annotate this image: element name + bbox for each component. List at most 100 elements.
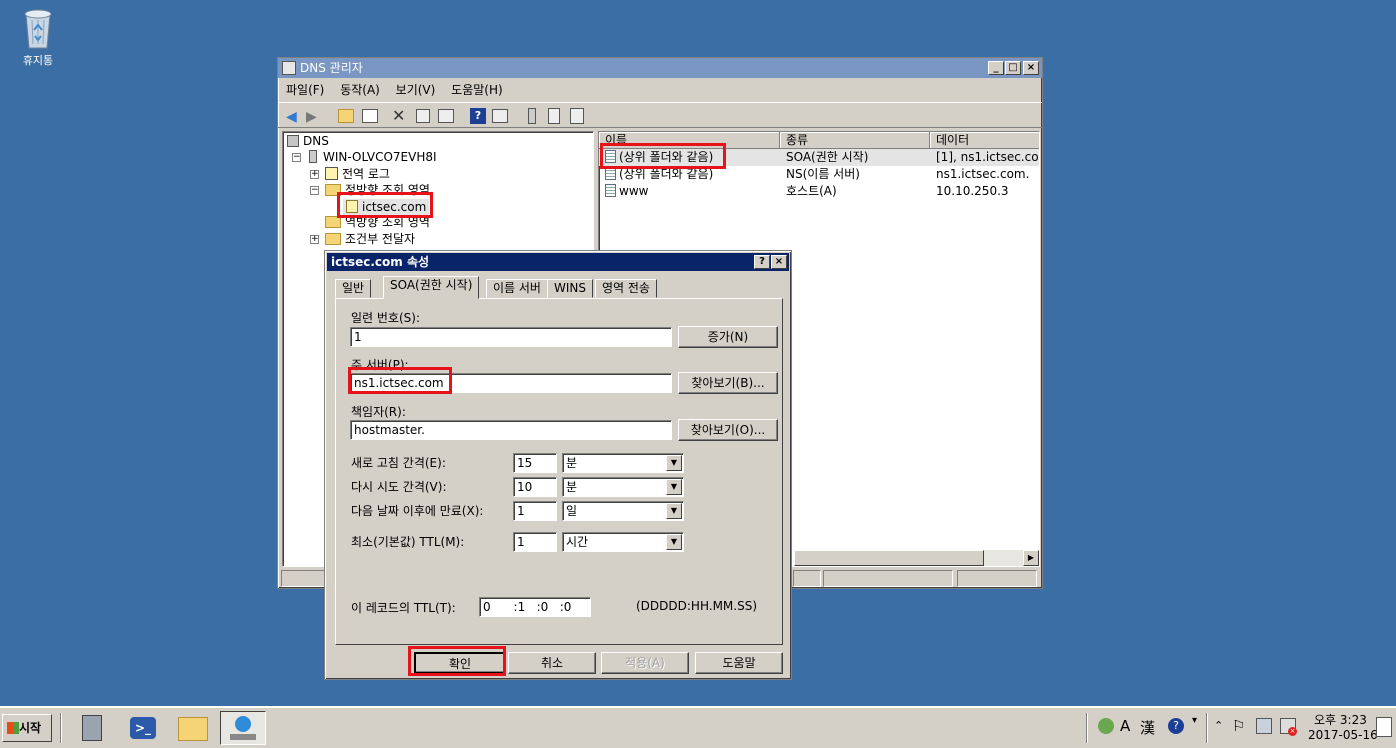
refresh-icon[interactable]	[570, 108, 584, 124]
minimize-button[interactable]: _	[988, 61, 1004, 75]
network-icon[interactable]	[1256, 718, 1272, 734]
tree-item-global-log[interactable]: 전역 로그	[325, 166, 390, 182]
help-icon[interactable]: ?	[470, 108, 486, 124]
recycle-bin-icon	[24, 9, 52, 49]
dns-network-base-icon	[230, 734, 256, 740]
show-hidden-icons-chevron[interactable]: ⌃	[1214, 719, 1223, 732]
chevron-down-icon: ▼	[666, 479, 682, 495]
server-icon[interactable]	[528, 108, 536, 124]
menu-action[interactable]: 동작(A)	[340, 83, 380, 97]
powershell-icon: >_	[130, 717, 156, 739]
expire-label: 다음 날짜 이후에 만료(X):	[351, 504, 484, 518]
tree-item-zone-ictsec[interactable]: ictsec.com	[343, 199, 430, 215]
tree-item-conditional[interactable]: 조건부 전달자	[325, 231, 415, 247]
folder-open-icon	[325, 184, 341, 196]
tab-wins[interactable]: WINS	[547, 279, 593, 298]
dialog-close-button[interactable]: ×	[771, 255, 787, 269]
ime-mode-hanja[interactable]: 漢	[1140, 717, 1155, 738]
tree-item-forward-zone[interactable]: 정방향 조회 영역	[325, 182, 430, 198]
ok-button[interactable]: 확인	[414, 652, 506, 674]
browse-responsible-button[interactable]: 찾아보기(O)...	[678, 419, 778, 441]
scroll-right-arrow-icon[interactable]: ▶	[1023, 550, 1039, 566]
menu-file[interactable]: 파일(F)	[286, 83, 324, 97]
clock-time[interactable]: 오후 3:23	[1314, 711, 1367, 728]
back-arrow-icon[interactable]: ◀	[286, 109, 297, 125]
zone-properties-dialog: ictsec.com 속성 ? × 일반 SOA(권한 시작) 이름 서버 WI…	[324, 250, 792, 680]
serial-field[interactable]: 1	[350, 327, 672, 347]
tab-name-servers[interactable]: 이름 서버	[486, 279, 548, 298]
menu-view[interactable]: 보기(V)	[396, 83, 436, 97]
zone-file-icon	[346, 200, 358, 213]
list-icon[interactable]	[548, 108, 560, 124]
column-header-name[interactable]: 이름	[599, 132, 780, 149]
conditional-expand-toggle[interactable]: +	[310, 235, 319, 244]
server-manager-taskbar-button[interactable]	[74, 711, 112, 745]
expire-unit-select[interactable]: 일 ▼	[562, 501, 684, 521]
server-collapse-toggle[interactable]: −	[292, 153, 301, 162]
table-row[interactable]: (상위 폴더와 같음) NS(이름 서버) ns1.ictsec.com.	[599, 166, 1039, 183]
flag-icon[interactable]: ⚐	[1232, 717, 1245, 735]
ime-mode-a[interactable]: A	[1120, 717, 1130, 735]
horizontal-scrollbar[interactable]: ▶	[794, 550, 1039, 566]
start-button[interactable]: 시작	[2, 714, 52, 742]
tab-soa[interactable]: SOA(권한 시작)	[383, 276, 480, 299]
taskbar: 시작 >_ A 漢 ? ▾ ⌃ ⚐ × 오후 3:23 2017-05-16	[0, 706, 1396, 748]
folder-icon	[325, 216, 341, 228]
browse-primary-button[interactable]: 찾아보기(B)...	[678, 372, 778, 394]
refresh-unit-select[interactable]: 분 ▼	[562, 453, 684, 473]
tree-item-reverse-zone[interactable]: 역방향 조회 영역	[325, 214, 430, 230]
help-button[interactable]: 도움말	[695, 652, 783, 674]
maximize-button[interactable]: □	[1005, 61, 1021, 75]
refresh-interval-field[interactable]: 15	[513, 453, 557, 473]
dialog-help-button[interactable]: ?	[754, 255, 770, 269]
primary-server-field[interactable]: ns1.ictsec.com	[350, 373, 672, 393]
table-row[interactable]: (상위 폴더와 같음) SOA(권한 시작) [1], ns1.ictsec.c…	[599, 149, 1039, 166]
export-icon[interactable]	[438, 109, 454, 123]
increment-button[interactable]: 증가(N)	[678, 326, 778, 348]
volume-muted-badge: ×	[1288, 727, 1297, 736]
apply-button[interactable]: 적용(A)	[601, 652, 689, 674]
delete-icon[interactable]: ✕	[392, 106, 405, 125]
tab-zone-transfers[interactable]: 영역 전송	[595, 279, 657, 298]
min-ttl-label: 최소(기본값) TTL(M):	[351, 535, 465, 549]
show-tree-icon[interactable]	[362, 109, 378, 123]
tray-options-icon[interactable]: ▾	[1192, 715, 1197, 726]
dns-network-icon	[235, 716, 251, 732]
cancel-button[interactable]: 취소	[508, 652, 596, 674]
tab-general[interactable]: 일반	[335, 279, 372, 298]
expire-field[interactable]: 1	[513, 501, 557, 521]
recycle-bin-shortcut[interactable]: 휴지통	[14, 6, 62, 68]
dns-manager-titlebar[interactable]: DNS 관리자 _ □ ×	[278, 58, 1042, 78]
retry-interval-field[interactable]: 10	[513, 477, 557, 497]
min-ttl-unit-select[interactable]: 시간 ▼	[562, 532, 684, 552]
tree-item-dns[interactable]: DNS	[287, 133, 329, 149]
responsible-field[interactable]: hostmaster.	[350, 420, 672, 440]
retry-unit-select[interactable]: 분 ▼	[562, 477, 684, 497]
ime-icon[interactable]	[1098, 718, 1114, 734]
forward-arrow-icon[interactable]: ▶	[306, 109, 317, 125]
clock-date[interactable]: 2017-05-16	[1308, 728, 1378, 742]
help-circle-icon[interactable]: ?	[1168, 718, 1184, 734]
show-desktop-button[interactable]	[1376, 717, 1392, 737]
record-ttl-field[interactable]: 0 :1 :0 :0	[479, 597, 591, 617]
scrollbar-thumb[interactable]	[794, 550, 984, 566]
powershell-taskbar-button[interactable]: >_	[124, 711, 162, 745]
menu-help[interactable]: 도움말(H)	[451, 83, 503, 97]
server-manager-icon	[82, 715, 102, 741]
column-header-type[interactable]: 종류	[780, 132, 930, 149]
dialog-titlebar[interactable]: ictsec.com 속성 ? ×	[327, 253, 789, 271]
global-log-expand-toggle[interactable]: +	[310, 170, 319, 179]
view-icon[interactable]	[492, 109, 508, 123]
dns-app-icon	[282, 61, 296, 75]
record-ttl-label: 이 레코드의 TTL(T):	[351, 601, 456, 615]
dns-manager-taskbar-button[interactable]	[220, 711, 266, 745]
properties-icon[interactable]	[416, 109, 430, 123]
min-ttl-field[interactable]: 1	[513, 532, 557, 552]
explorer-taskbar-button[interactable]	[174, 711, 212, 745]
up-folder-icon[interactable]	[338, 109, 354, 123]
column-header-data[interactable]: 데이터	[930, 132, 1039, 149]
tree-item-server[interactable]: WIN-OLVCO7EVH8I	[309, 149, 437, 165]
close-button[interactable]: ×	[1023, 61, 1039, 75]
forward-zone-collapse-toggle[interactable]: −	[310, 186, 319, 195]
table-row[interactable]: www 호스트(A) 10.10.250.3	[599, 183, 1039, 200]
